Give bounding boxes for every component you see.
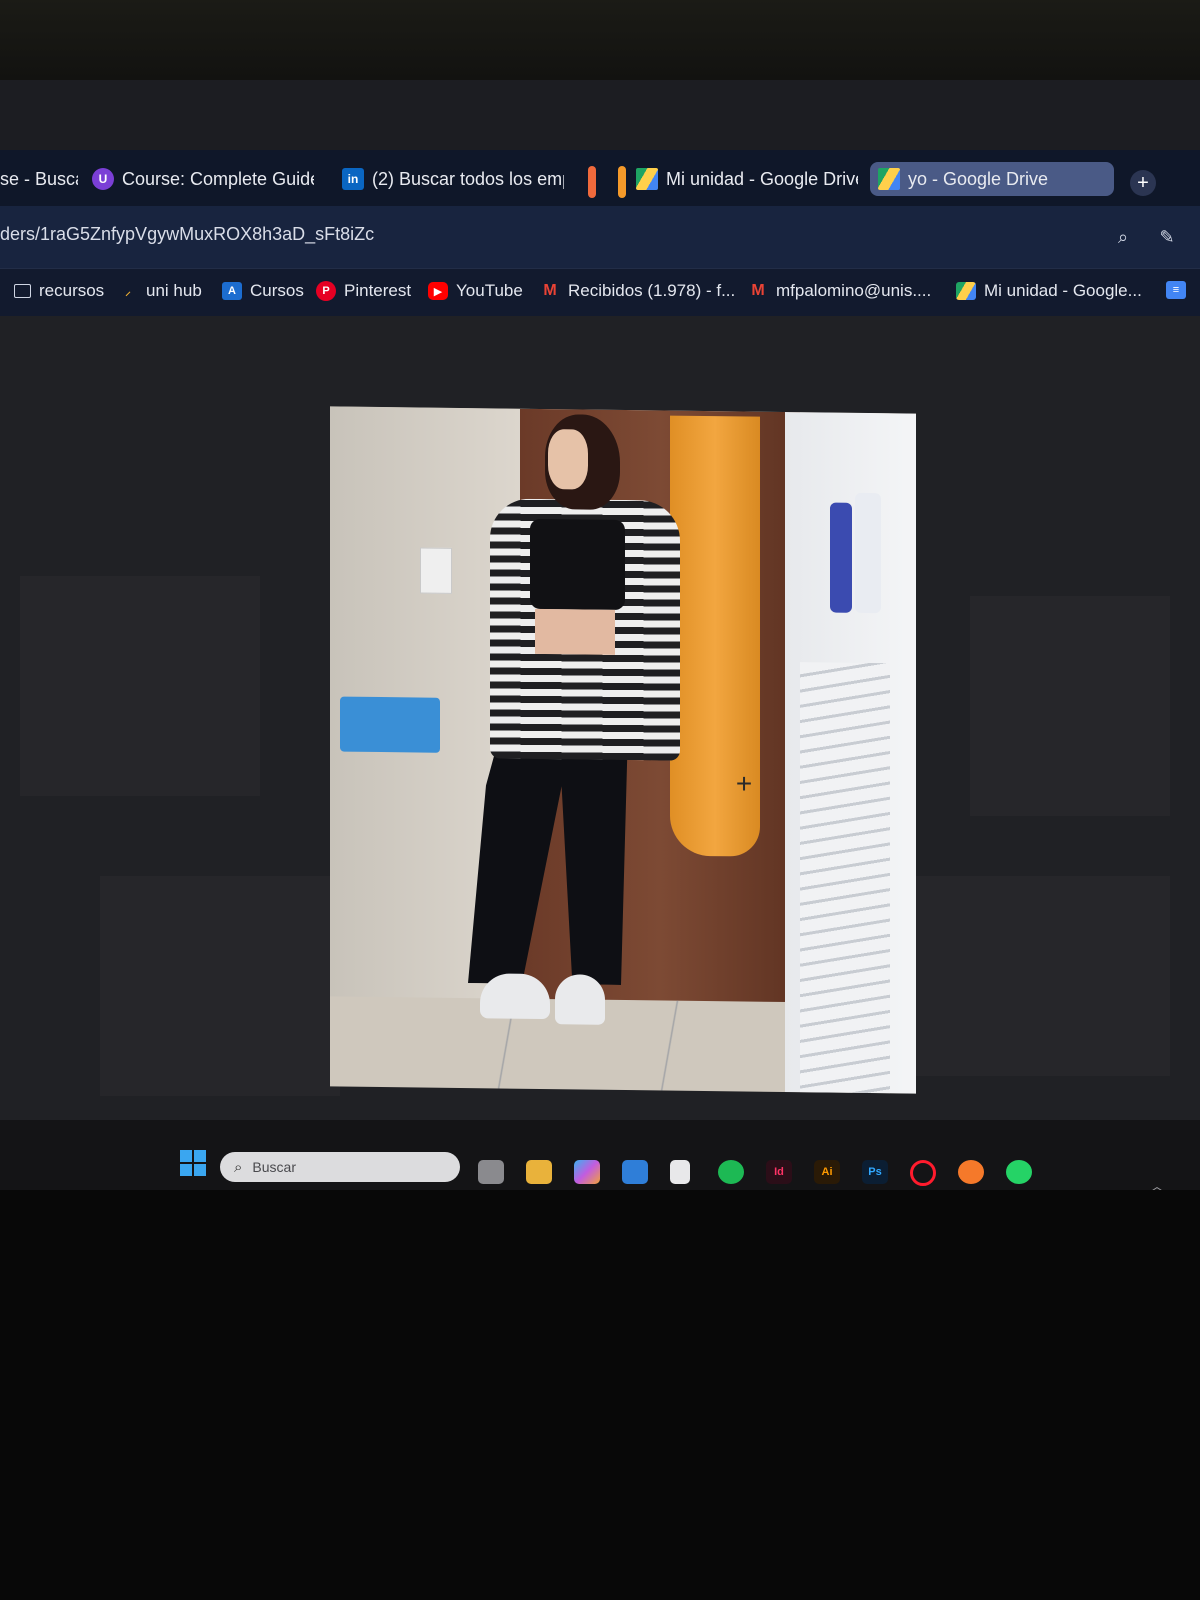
docs-icon: ≡: [1166, 281, 1186, 299]
bookmark-uni-hub[interactable]: ⸝ uni hub: [118, 281, 202, 301]
gmail-icon: M: [751, 282, 765, 299]
cursos-icon: A: [222, 282, 242, 300]
monitor-lower-bezel: [0, 1190, 1200, 1600]
light-switch: [420, 547, 452, 594]
file-explorer-icon[interactable]: [526, 1160, 552, 1184]
zoom-icon[interactable]: ⌕: [1112, 226, 1134, 248]
tab-label: Mi unidad - Google Drive: [666, 168, 858, 189]
indesign-icon[interactable]: Id: [766, 1160, 792, 1184]
google-drive-icon: [636, 168, 658, 190]
bookmark-label: Cursos: [250, 281, 304, 300]
google-drive-icon: [956, 282, 976, 300]
url-text[interactable]: ders/1raG5ZnfypVgywMuxROX8h3aD_sFt8iZc: [0, 224, 374, 245]
youtube-icon: ▶: [428, 282, 448, 300]
tab-yo-active[interactable]: yo - Google Drive: [870, 162, 1114, 196]
windows-start-icon[interactable]: [180, 1150, 206, 1176]
address-bar[interactable]: ders/1raG5ZnfypVgywMuxROX8h3aD_sFt8iZc ⌕…: [0, 206, 1200, 268]
person-face: [548, 429, 588, 490]
louvered-door: [800, 662, 890, 1094]
bookmark-cursos[interactable]: A Cursos: [222, 281, 304, 301]
file-thumbnail[interactable]: [880, 876, 1170, 1076]
notepad-icon[interactable]: [670, 1160, 690, 1184]
image-preview[interactable]: [330, 406, 916, 1094]
file-thumbnail[interactable]: [970, 596, 1170, 816]
bookmark-recursos[interactable]: recursos: [14, 281, 104, 301]
whatsapp-icon[interactable]: [1006, 1160, 1032, 1184]
tab-label: yo - Google Drive: [908, 168, 1049, 189]
screen: se - Buscar U Course: Complete Guide T i…: [0, 80, 1200, 1190]
bottle: [855, 492, 881, 614]
taskbar-search-placeholder: Buscar: [252, 1159, 296, 1175]
pinterest-icon: P: [316, 281, 336, 301]
bookmark-label: mfpalomino@unis....: [776, 281, 932, 300]
bookmark-pinterest[interactable]: P Pinterest: [316, 281, 411, 301]
bookmark-label: uni hub: [146, 281, 202, 300]
monitor-bezel: [0, 0, 1200, 80]
person-top: [530, 518, 625, 611]
illustrator-icon[interactable]: Ai: [814, 1160, 840, 1184]
bookmark-label: Recibidos (1.978) - f...: [568, 281, 736, 300]
copilot-icon[interactable]: [574, 1160, 600, 1184]
tab-linkedin[interactable]: in (2) Buscar todos los emple: [342, 162, 564, 196]
file-thumbnail[interactable]: [20, 576, 260, 796]
file-thumbnail[interactable]: [100, 876, 340, 1096]
bookmark-youtube[interactable]: ▶ YouTube: [428, 281, 523, 301]
paper-holder: [340, 696, 440, 753]
pinned-tab[interactable]: [618, 166, 626, 198]
bookmark-mi-unidad[interactable]: Mi unidad - Google...: [956, 281, 1142, 301]
bookmarks-bar: recursos ⸝ uni hub A Cursos P Pinterest …: [0, 268, 1200, 317]
pinned-tab[interactable]: [588, 166, 596, 198]
uni-hub-icon: ⸝: [125, 285, 131, 298]
tab-strip: se - Buscar U Course: Complete Guide T i…: [0, 150, 1200, 206]
search-icon: ⌕: [234, 1158, 243, 1176]
shoe: [555, 974, 605, 1025]
bottle: [830, 502, 852, 613]
folder-icon: [14, 284, 31, 298]
gmail-icon: M: [543, 282, 557, 299]
spotify-icon[interactable]: [718, 1160, 744, 1184]
bookmark-docs[interactable]: ≡: [1166, 281, 1194, 299]
bookmark-mfpalomino[interactable]: M mfpalomino@unis....: [748, 281, 931, 301]
taskbar-search-box[interactable]: ⌕ Buscar: [220, 1152, 460, 1182]
bookmark-label: Pinterest: [344, 281, 412, 300]
linkedin-icon: in: [342, 168, 364, 190]
bookmark-label: recursos: [39, 281, 105, 300]
bookmark-recibidos[interactable]: M Recibidos (1.978) - f...: [540, 281, 735, 301]
photoshop-icon[interactable]: Ps: [862, 1160, 888, 1184]
task-view-icon[interactable]: [478, 1160, 504, 1184]
udemy-icon: U: [92, 168, 114, 190]
edit-icon[interactable]: ✎: [1156, 226, 1178, 248]
store-icon[interactable]: [622, 1160, 648, 1184]
blender-icon[interactable]: [958, 1160, 984, 1184]
new-tab-button[interactable]: +: [1130, 170, 1156, 196]
opera-icon[interactable]: [910, 1160, 936, 1186]
tab-search[interactable]: se - Buscar: [0, 162, 78, 196]
crosshair-cursor-icon: +: [735, 768, 753, 799]
tab-label: se - Buscar: [0, 168, 78, 189]
tab-course[interactable]: U Course: Complete Guide T: [92, 162, 314, 196]
bookmark-label: Mi unidad - Google...: [984, 281, 1142, 300]
bookmark-label: YouTube: [456, 281, 523, 300]
google-drive-icon: [878, 168, 900, 190]
person-midriff: [535, 608, 615, 655]
tab-mi-unidad[interactable]: Mi unidad - Google Drive: [636, 162, 858, 196]
tab-label: Course: Complete Guide T: [122, 168, 314, 189]
tab-label: (2) Buscar todos los emple: [372, 168, 564, 189]
